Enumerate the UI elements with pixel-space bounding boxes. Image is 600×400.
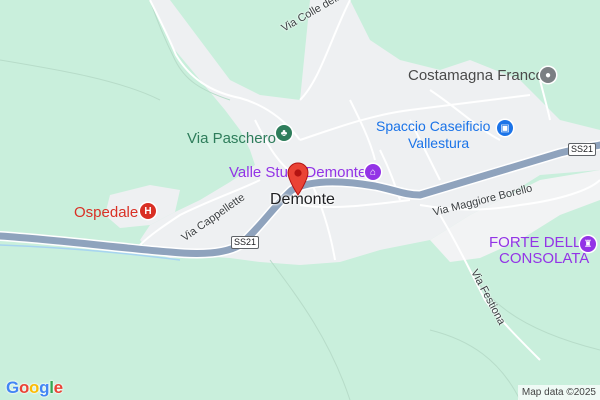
route-shield-ss21: SS21 bbox=[568, 143, 597, 156]
poi-label-costamagna[interactable]: Costamagna Franco bbox=[408, 68, 544, 83]
shop-icon[interactable]: ▣ bbox=[497, 120, 513, 136]
castle-icon[interactable]: ♜ bbox=[580, 236, 596, 252]
map-attribution[interactable]: Map data ©2025 bbox=[517, 385, 600, 400]
marker-pin-icon[interactable] bbox=[287, 162, 309, 196]
hospital-icon[interactable]: H bbox=[140, 203, 156, 219]
route-shield-ss21: SS21 bbox=[231, 236, 260, 249]
park-icon[interactable]: ♣ bbox=[276, 125, 292, 141]
place-icon[interactable]: ● bbox=[540, 67, 556, 83]
google-logo: Google bbox=[6, 378, 63, 397]
poi-label-caseificio[interactable]: Spaccio Caseificio bbox=[376, 119, 490, 133]
poi-label-ospedale[interactable]: Ospedale bbox=[74, 205, 138, 220]
map-canvas[interactable]: Via Colle dell'ortica Via Cappellette Vi… bbox=[0, 0, 600, 400]
poi-label-forte-2[interactable]: CONSOLATA bbox=[499, 251, 589, 266]
poi-label-caseificio-2[interactable]: Vallestura bbox=[408, 136, 469, 150]
museum-icon[interactable]: ⌂ bbox=[365, 164, 381, 180]
poi-label-paschero[interactable]: Via Paschero bbox=[187, 131, 276, 146]
poi-label-forte[interactable]: FORTE DELLA bbox=[489, 235, 591, 250]
